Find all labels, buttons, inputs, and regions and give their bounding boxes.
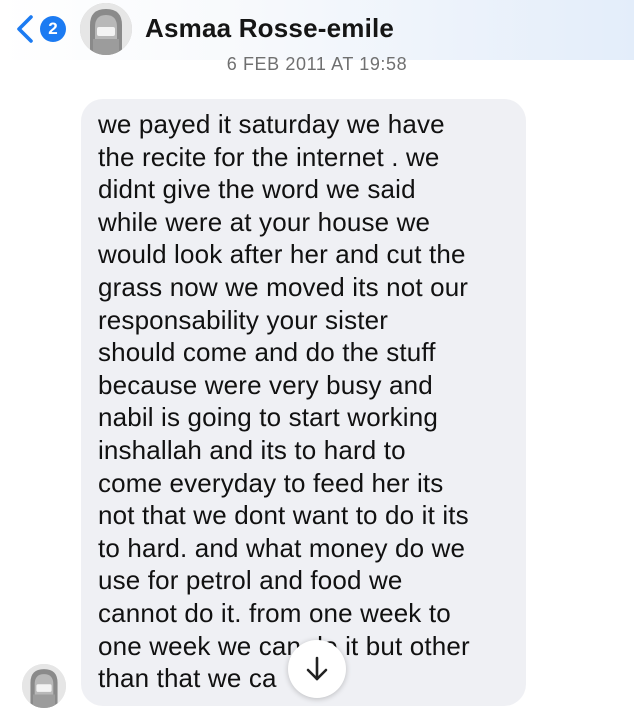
avatar-icon [80, 3, 132, 55]
contact-name[interactable]: Asmaa Rosse-emile [145, 13, 394, 44]
arrow-down-icon [306, 656, 328, 681]
unread-count-badge: 2 [40, 16, 66, 42]
avatar-icon [22, 664, 66, 708]
chevron-left-icon [17, 15, 33, 43]
contact-avatar[interactable] [80, 3, 132, 55]
message-text: we payed it saturday we have the recite … [98, 109, 470, 694]
scroll-to-bottom-button[interactable] [288, 640, 346, 698]
back-button[interactable]: 2 [14, 12, 66, 46]
timestamp-text: 6 FEB 2011 AT 19:58 [226, 54, 408, 74]
conversation-header: 2 Asmaa Rosse-emile [0, 0, 634, 60]
message-timestamp: 6 FEB 2011 AT 19:58 [0, 54, 634, 75]
sender-avatar[interactable] [22, 664, 66, 708]
